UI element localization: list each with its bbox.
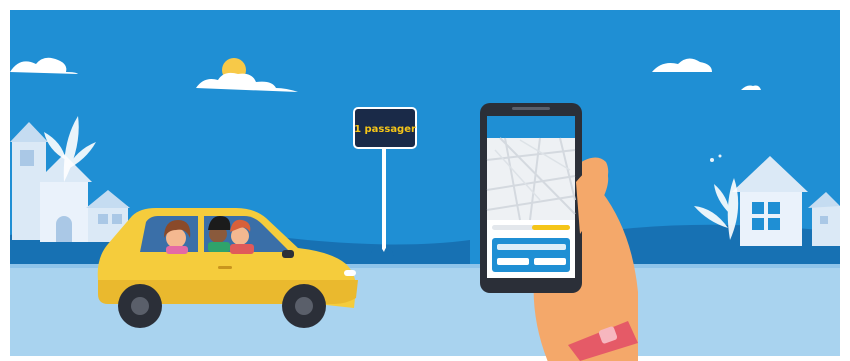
ride-info-bar	[497, 244, 566, 250]
wheel-front-icon	[282, 284, 326, 328]
progress-fill	[532, 225, 570, 230]
wheel-rear-icon	[118, 284, 162, 328]
ride-card	[492, 238, 570, 272]
ride-option-button[interactable]	[497, 258, 529, 265]
passenger-2	[208, 216, 231, 252]
ride-confirm-button[interactable]	[534, 258, 566, 265]
carpool-illustration: 1 passager	[0, 0, 850, 361]
phone	[480, 103, 582, 293]
sign-label: 1 passager	[354, 124, 416, 135]
map-view	[486, 137, 576, 221]
